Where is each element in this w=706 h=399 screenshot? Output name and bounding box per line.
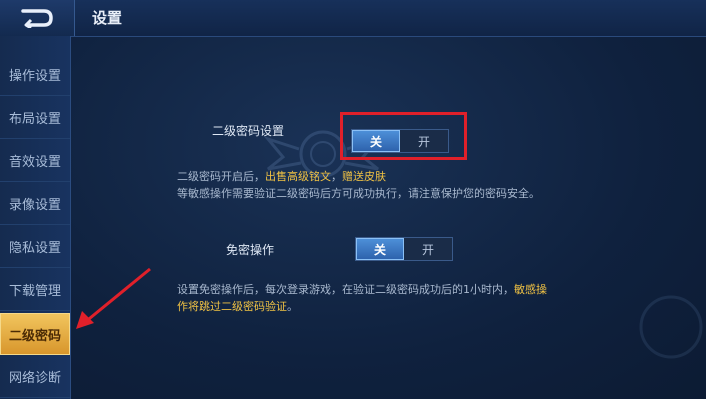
description-line: 等敏感操作需要验证二级密码后方可成功执行，请注意保护您的密码安全。 — [177, 187, 540, 200]
description-line: 作将跳过二级密码验证。 — [177, 298, 547, 315]
highlight-skip-verification: 作将跳过二级密码验证 — [177, 300, 287, 313]
back-button[interactable] — [0, 0, 75, 36]
annotation-highlight-box — [340, 112, 467, 160]
sidebar-item-controls[interactable]: 操作设置 — [0, 54, 70, 96]
sidebar: 操作设置 布局设置 音效设置 录像设置 隐私设置 下载管理 二级密码 网络诊断 — [0, 36, 71, 399]
password-free-label: 免密操作 — [226, 243, 275, 257]
page-title: 设置 — [92, 9, 123, 27]
sidebar-item-secondary-password[interactable]: 二级密码 — [0, 313, 70, 355]
description-line: 二级密码开启后，出售高级铭文，赠送皮肤 — [177, 168, 540, 185]
password-free-toggle[interactable]: 关 开 — [355, 237, 453, 261]
description-text: 。 — [287, 300, 298, 313]
sidebar-item-network-diagnosis[interactable]: 网络诊断 — [0, 356, 70, 398]
sidebar-item-downloads[interactable]: 下载管理 — [0, 269, 70, 311]
description-line: 设置免密操作后，每次登录游戏，在验证二级密码成功后的1小时内，敏感操 — [177, 281, 547, 298]
secondary-password-description: 二级密码开启后，出售高级铭文，赠送皮肤 等敏感操作需要验证二级密码后方可成功执行… — [177, 168, 540, 202]
annotation-arrow-icon — [76, 267, 151, 329]
crest-watermark-icon — [639, 295, 703, 359]
description-text: 设置免密操作后，每次登录游戏，在验证二级密码成功后的1小时内， — [177, 283, 514, 296]
sidebar-item-sound[interactable]: 音效设置 — [0, 140, 70, 182]
sidebar-item-layout[interactable]: 布局设置 — [0, 97, 70, 139]
password-free-off-option[interactable]: 关 — [356, 238, 404, 260]
highlight-sensitive-ops: 敏感操 — [514, 283, 547, 296]
highlight-sell-inscription: 出售高级铭文 — [265, 170, 331, 183]
highlight-gift-skin: 赠送皮肤 — [342, 170, 386, 183]
sidebar-item-replay[interactable]: 录像设置 — [0, 183, 70, 225]
top-bar: 设置 — [0, 0, 706, 37]
secondary-password-label: 二级密码设置 — [212, 124, 285, 138]
password-free-description: 设置免密操作后，每次登录游戏，在验证二级密码成功后的1小时内，敏感操 作将跳过二… — [177, 281, 547, 315]
description-text: 二级密码开启后， — [177, 170, 265, 183]
back-arrow-icon — [21, 9, 53, 28]
description-separator: ， — [331, 170, 342, 183]
settings-panel — [71, 37, 706, 399]
password-free-on-option[interactable]: 开 — [404, 238, 452, 260]
sidebar-item-privacy[interactable]: 隐私设置 — [0, 226, 70, 268]
